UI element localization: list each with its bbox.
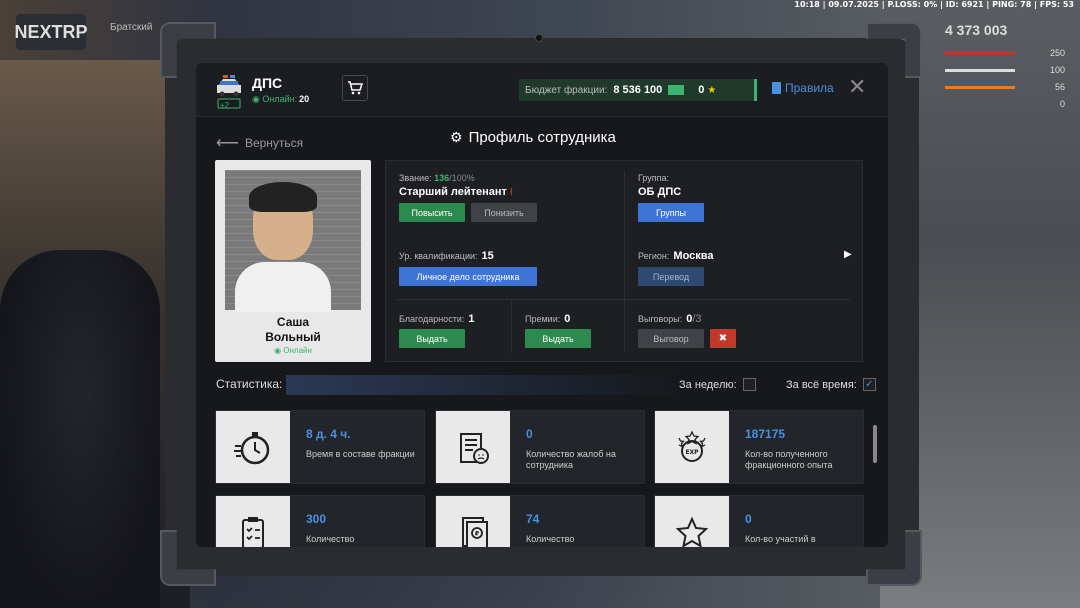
faction-name: ДПС	[252, 75, 283, 91]
stat-card-time: 8 д. 4 ч. Время в составе фракции	[215, 410, 425, 484]
reprimand-label: Выговоры: 0/3	[638, 313, 702, 325]
remove-user-icon: ✖	[718, 333, 728, 344]
stat-text: Кол-во участий в	[745, 534, 816, 544]
stopwatch-icon	[234, 432, 270, 465]
tablet-screen: +2 ДПС ◉ Онлайн: 20 Бюджет фракции: 8 536 …	[196, 63, 888, 547]
rank-insignia-icon: ⍿	[510, 187, 513, 198]
arrow-left-icon: ⟵	[216, 135, 239, 152]
rules-link[interactable]: Правила	[772, 81, 834, 95]
stat-text: Количество жалоб на сотрудника	[526, 449, 616, 470]
stat-text: Кол-во полученного фракционного опыта	[745, 449, 833, 470]
tablet-camera	[535, 34, 543, 42]
bonus-label: Премии: 0	[525, 313, 571, 325]
alltime-checkbox[interactable]: ✓	[862, 378, 876, 391]
hud-stat-health: 250	[945, 48, 1065, 58]
promote-button[interactable]: Повысить	[399, 203, 465, 222]
complaint-document-icon	[460, 433, 489, 464]
hud-stat-armor: 100	[945, 65, 1065, 75]
region-arrow-icon[interactable]: ▶	[844, 249, 852, 260]
svg-text:EXP: EXP	[685, 449, 699, 456]
svg-text:₽: ₽	[475, 531, 479, 538]
employee-status: ◉ Онлайн	[274, 346, 312, 355]
stat-text: Количество	[526, 534, 575, 544]
gear-icon: ⚙	[450, 129, 463, 145]
faction-badge: +2	[220, 101, 230, 110]
demote-button[interactable]: Понизить	[471, 203, 537, 222]
stats-scrollbar[interactable]	[873, 425, 877, 463]
stat-card-complaints: 0 Количество жалоб на сотрудника	[435, 410, 645, 484]
employee-photo: Саша Вольный ◉ Онлайн	[215, 160, 371, 362]
stat-value: 8 д. 4 ч.	[306, 427, 351, 441]
stat-value: 74	[526, 512, 540, 526]
cart-icon	[348, 81, 363, 95]
money-icon	[668, 85, 685, 95]
give-thanks-button[interactable]: Выдать	[399, 329, 465, 348]
week-checkbox[interactable]	[742, 378, 756, 391]
thanks-label: Благодарности: 1	[399, 313, 475, 325]
stat-value: 0	[526, 427, 533, 441]
fine-document-icon: ₽	[462, 517, 488, 547]
star-icon: ★	[707, 84, 717, 96]
server-logo: NEXTRP	[15, 14, 88, 50]
transfer-button[interactable]: Перевод	[638, 267, 704, 286]
groups-button[interactable]: Группы	[638, 203, 704, 222]
server-name: Братский	[110, 22, 153, 33]
stat-value: 0	[745, 512, 752, 526]
group-name: ОБ ДПС	[638, 186, 682, 198]
give-bonus-button[interactable]: Выдать	[525, 329, 591, 348]
clipboard-icon	[242, 517, 264, 547]
rank-name: Старший лейтенант ⍿	[399, 186, 513, 198]
faction-online: ◉ Онлайн: 20	[252, 94, 310, 104]
star-icon	[675, 516, 709, 547]
stat-card-events: 0 Кол-во участий в	[654, 495, 864, 547]
alltime-filter[interactable]: За всё время: ✓	[786, 378, 876, 391]
hud-stat-hunger: 56	[945, 82, 1065, 92]
employee-info-panel: Звание: 136/100% Старший лейтенант ⍿ Пов…	[385, 160, 863, 362]
stat-card-fines: ₽ 74 Количество	[435, 495, 645, 547]
remove-reprimand-button[interactable]: ✖	[710, 329, 736, 348]
document-icon	[772, 82, 781, 94]
stars-count: 0	[698, 84, 705, 96]
faction-header: +2 ДПС ◉ Онлайн: 20 Бюджет фракции: 8 536 …	[196, 63, 888, 117]
stat-card-experience: EXP 187175 Кол-во полученного фракционно…	[654, 410, 864, 484]
dossier-button[interactable]: Личное дело сотрудника	[399, 267, 537, 286]
week-filter[interactable]: За неделю:	[679, 378, 756, 391]
region-label: Регион: Москва	[638, 250, 714, 262]
officer-character	[0, 250, 160, 608]
hud-stat-extra: 0	[1059, 99, 1065, 109]
employee-name: Саша Вольный	[265, 315, 321, 344]
exp-badge-icon: EXP	[678, 430, 706, 462]
shop-button[interactable]	[342, 75, 368, 101]
close-icon[interactable]: ✕	[848, 76, 866, 98]
stat-text: Количество	[306, 534, 355, 544]
rank-label: Звание: 136/100%	[399, 173, 475, 183]
status-topbar: 10:18 | 09.07.2025 | P.LOSS: 0% | ID: 69…	[794, 0, 1074, 9]
stat-value: 187175	[745, 427, 786, 441]
qualification-label: Ур. квалификации: 15	[399, 250, 494, 262]
back-button[interactable]: ⟵ Вернуться	[216, 133, 303, 153]
stat-text: Время в составе фракции	[306, 449, 415, 459]
group-label: Группа:	[638, 173, 670, 183]
page-title: ⚙ Профиль сотрудника	[450, 129, 616, 146]
faction-budget: Бюджет фракции: 8 536 100 0 ★	[519, 79, 757, 101]
reprimand-button[interactable]: Выговор	[638, 329, 704, 348]
hud-money: 4 373 003	[945, 22, 1008, 38]
stat-value: 300	[306, 512, 327, 526]
stats-label: Статистика:	[216, 377, 283, 391]
stat-card-tasks: 300 Количество	[215, 495, 425, 547]
stats-divider	[286, 375, 686, 395]
